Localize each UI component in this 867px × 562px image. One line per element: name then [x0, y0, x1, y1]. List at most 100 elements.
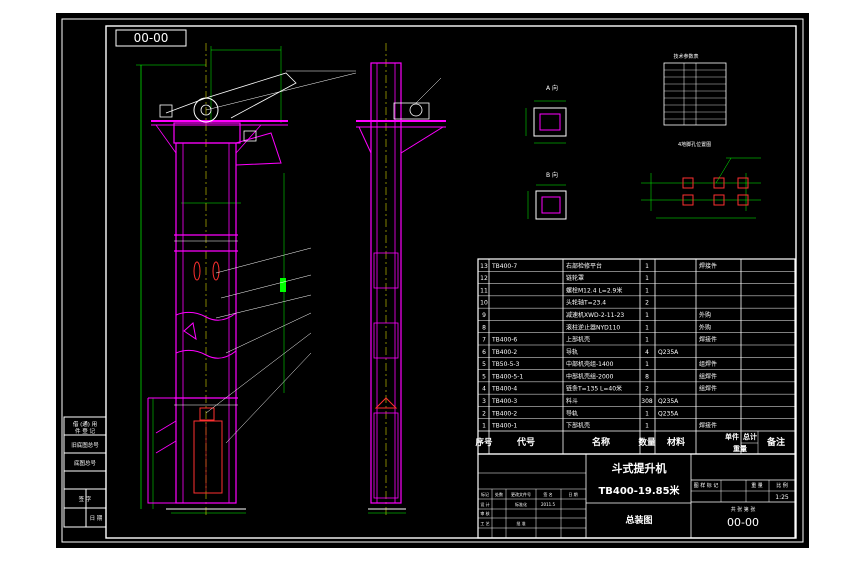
signature-label: 标准化 [515, 501, 527, 507]
bom-row-qty: 1 [645, 337, 649, 344]
scale-value: 1:25 [775, 494, 789, 501]
bom-row-name: 下部机壳 [566, 422, 590, 430]
bom-row-name: 链轮罩 [566, 274, 584, 282]
bom-row-code: TB400-5-1 [491, 373, 523, 380]
bom-row-qty: 4 [645, 349, 649, 356]
bom-row-no: 7 [482, 337, 486, 344]
machine-name: 斗式提升机 [612, 461, 667, 475]
bom-row-name: 链条T=135 L=40米 [566, 385, 622, 393]
bom-row-no: 5 [482, 361, 486, 368]
bom-row-qty: 8 [645, 373, 649, 380]
bom-row-code: TB400-3 [491, 398, 517, 405]
bom-row-name: 滚柱逆止器NYD110 [566, 323, 620, 331]
bom-row-material: Q235A [658, 398, 679, 405]
drawing-number-box: 00-00 [115, 29, 187, 47]
inner-frame [105, 25, 797, 539]
bom-header-remark: 备注 [766, 436, 785, 448]
bom-row-no: 4 [482, 386, 486, 393]
front-view [136, 43, 357, 518]
bom-row-no: 12 [480, 275, 488, 282]
drawing-number-bottom: 00-00 [727, 516, 759, 529]
bom-row-no: 9 [482, 312, 486, 319]
bom-row-remark: 焊接件 [699, 336, 717, 344]
bom-row-qty: 1 [645, 361, 649, 368]
bom-row-no: 11 [480, 287, 488, 294]
bom-row-qty: 1 [645, 423, 649, 430]
signature-label: 工 艺 [480, 521, 489, 526]
side-item: 旧底图总号 [71, 441, 99, 449]
bom-row-name: 中部机壳组-2000 [566, 372, 614, 380]
title-block: 斗式提升机 TB400-19.85米 总装图 图 样 标 记 重 量 比 例 1… [477, 453, 796, 539]
signature-label: 签 名 [543, 491, 552, 497]
bom-row-no: 10 [480, 300, 488, 307]
stage-label: 比 例 [776, 482, 788, 489]
view-b: B 向 [527, 171, 567, 220]
bom-row-material: Q235A [658, 349, 679, 356]
bom-row-no: 1 [482, 423, 486, 430]
bom-row-qty: 1 [645, 410, 649, 417]
bom-row-material: Q235A [658, 410, 679, 417]
bom-row-qty: 2 [645, 300, 649, 307]
bom-row-code: TB400-4 [491, 386, 517, 393]
bom-row-remark: 外购 [699, 311, 711, 319]
bom-row-name: 减速机XWD-2-11-23 [566, 311, 624, 319]
bom-row-qty: 1 [645, 263, 649, 270]
bom-header-qty: 数量 [638, 437, 656, 448]
view-title: 总装图 [625, 514, 652, 526]
bom-row-qty: 1 [645, 275, 649, 282]
bom-row-name: 上部机壳 [566, 336, 590, 344]
bom-header-unit-weight: 单件 [725, 432, 739, 441]
bom-row-qty: 1 [645, 324, 649, 331]
signature-label: 更改文件号 [511, 491, 531, 497]
side-view [356, 43, 446, 518]
bom-row-no: 2 [482, 410, 486, 417]
bom-row-remark: 组焊件 [699, 360, 717, 368]
stage-label: 重 量 [751, 482, 763, 489]
bom-row-qty: 1 [645, 287, 649, 294]
signature-label: 设 计 [480, 501, 489, 507]
anchor-layout-label: 4地脚孔位置图 [678, 141, 711, 148]
side-item: 件 登 记 [75, 427, 95, 435]
sheet-count: 共 张 第 张 [731, 506, 756, 513]
bom-header-weight: 重量 [733, 444, 747, 453]
bom-header-code: 代号 [516, 436, 535, 448]
bom-row-remark: 组焊件 [699, 385, 717, 393]
bom-header-total-weight: 总计 [743, 432, 757, 441]
side-block: 借 (通) 用 件 登 记 旧底图总号 底图总号 签 字 日 期 [63, 416, 107, 528]
drawing-number-top: 00-00 [134, 31, 169, 45]
bom-row-code: TB400-6 [491, 337, 517, 344]
bom-row-name: 头轮轴T=23.4 [566, 299, 606, 307]
bom-row-qty: 308 [641, 398, 653, 405]
bom-row-name: 导轨 [566, 348, 578, 356]
bom-row-name: 右部检修平台 [566, 262, 602, 270]
outer-frame [61, 18, 804, 543]
bom-row-remark: 组焊件 [699, 372, 717, 380]
bom-row-code: TB400-2 [491, 410, 517, 417]
side-item: 底图总号 [74, 459, 97, 467]
signature-label: 处数 [495, 491, 503, 497]
side-item: 日 期 [90, 515, 103, 522]
bom-row-qty: 1 [645, 312, 649, 319]
dimension-marker [280, 278, 286, 292]
tech-parameter-table: 技术参数表 [663, 53, 727, 126]
bom-row-name: 中部机壳组-1400 [566, 360, 614, 368]
bom-row-remark: 焊接件 [699, 262, 717, 270]
bill-of-materials: 13 TB400-7 右部检修平台 1 焊接件12 链轮罩 111 螺栓M12.4 L=2.9… [474, 258, 796, 455]
stage-label: 图 样 标 记 [694, 482, 719, 489]
bom-row-no: 13 [480, 263, 488, 270]
model-number: TB400-19.85米 [598, 484, 680, 497]
signature-label: 日 期 [568, 491, 577, 497]
cad-drawing-sheet: 00-00 借 (通) 用 件 登 记 旧底图总号 底图总号 签 字 日 期 A… [56, 13, 809, 548]
signature-label: 审 核 [480, 510, 489, 516]
drawing-canvas: 00-00 借 (通) 用 件 登 记 旧底图总号 底图总号 签 字 日 期 A… [61, 18, 804, 543]
bom-row-no: 5 [482, 373, 486, 380]
bom-row-remark: 焊接件 [699, 422, 717, 430]
signature-label: 标记 [481, 491, 489, 497]
signature-label: 批 准 [516, 520, 525, 526]
bom-row-code: TB50-5-3 [491, 361, 520, 368]
bom-header-no: 序号 [474, 437, 493, 448]
side-item: 签 字 [79, 495, 92, 503]
bom-row-code: TB400-2 [491, 349, 517, 356]
bom-row-no: 3 [482, 398, 486, 405]
anchor-bolt-layout: 4地脚孔位置图 [641, 141, 761, 219]
